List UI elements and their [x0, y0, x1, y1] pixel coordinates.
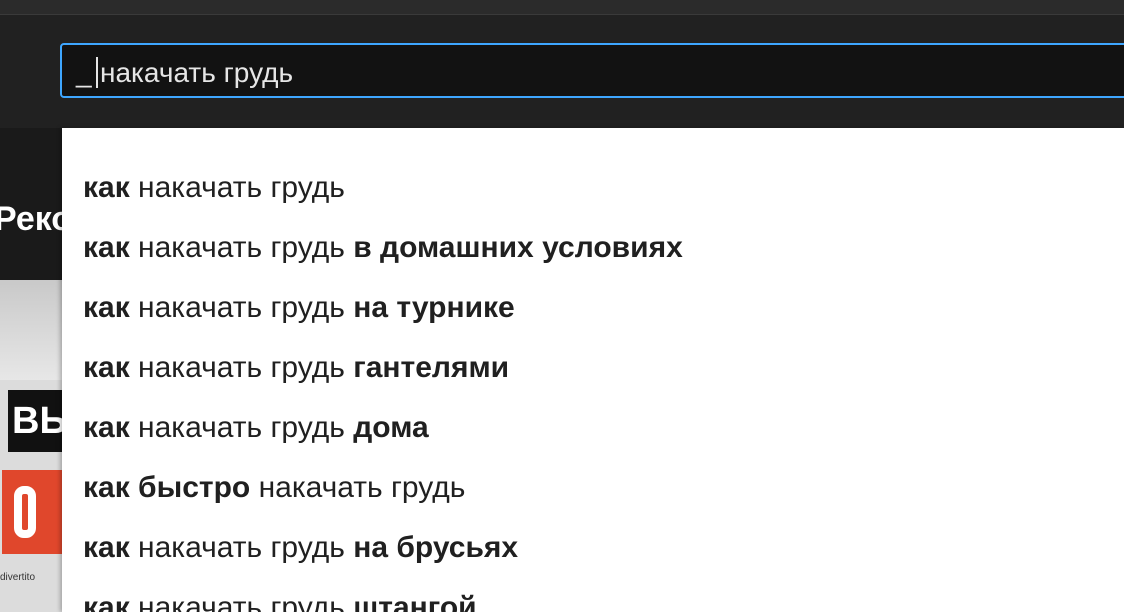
thumbnail-text-tile: ВЬ [8, 390, 62, 452]
video-thumbnail[interactable]: ВЬ divertito [0, 280, 62, 612]
suggestion-text: накачать грудь [129, 351, 354, 384]
suggestion-bold-text: штангой [353, 591, 477, 612]
suggestion-bold-text: на брусьях [353, 531, 519, 564]
search-prefix: _ [76, 57, 92, 88]
logo-shape [14, 486, 36, 538]
suggestion-text: накачать грудь [129, 531, 354, 564]
suggestion-bold-text: гантелями [353, 351, 510, 384]
suggestion-item[interactable]: как быстро накачать грудь [62, 458, 1124, 518]
background-page: Реко ВЬ divertito [0, 128, 62, 612]
suggestion-bold-text: как быстро [83, 471, 251, 504]
suggestion-item[interactable]: как накачать грудь в домашних условиях [62, 218, 1124, 278]
suggestion-text: накачать грудь [129, 411, 354, 444]
suggestion-bold-text: на турнике [353, 291, 515, 324]
suggestion-item[interactable]: как накачать грудь [62, 158, 1124, 218]
text-caret [96, 57, 98, 88]
suggestion-text: накачать грудь [129, 171, 345, 204]
suggestion-bold-text: как [83, 531, 130, 564]
thumbnail-logo-tile [2, 470, 62, 554]
suggestion-text: накачать грудь [250, 471, 466, 504]
suggestion-bold-text: дома [353, 411, 429, 444]
suggestion-bold-text: как [83, 351, 130, 384]
suggestion-text: накачать грудь [129, 231, 354, 264]
thumbnail-image [0, 280, 62, 380]
search-query-text[interactable]: накачать грудь [100, 57, 293, 89]
suggestion-text: накачать грудь [129, 291, 354, 324]
suggestion-bold-text: как [83, 231, 130, 264]
suggestion-bold-text: как [83, 171, 130, 204]
suggestion-bold-text: как [83, 291, 130, 324]
suggestion-item[interactable]: как накачать грудь дома [62, 398, 1124, 458]
suggestion-bold-text: как [83, 591, 130, 612]
suggestion-text: накачать грудь [129, 591, 354, 612]
search-input[interactable]: _ накачать грудь [60, 43, 1124, 98]
suggestion-item[interactable]: как накачать грудь штангой [62, 578, 1124, 612]
suggestion-item[interactable]: как накачать грудь на брусьях [62, 518, 1124, 578]
section-heading: Реко [0, 200, 62, 238]
suggestion-item[interactable]: как накачать грудь на турнике [62, 278, 1124, 338]
browser-strip [0, 0, 1124, 15]
masthead: _ накачать грудь [0, 0, 1124, 128]
thumbnail-caption: divertito [0, 572, 36, 583]
search-suggestions-dropdown: как накачать грудь как накачать грудь в … [62, 128, 1124, 612]
suggestion-bold-text: в домашних условиях [353, 231, 683, 264]
suggestion-item[interactable]: как накачать грудь гантелями [62, 338, 1124, 398]
suggestion-bold-text: как [83, 411, 130, 444]
